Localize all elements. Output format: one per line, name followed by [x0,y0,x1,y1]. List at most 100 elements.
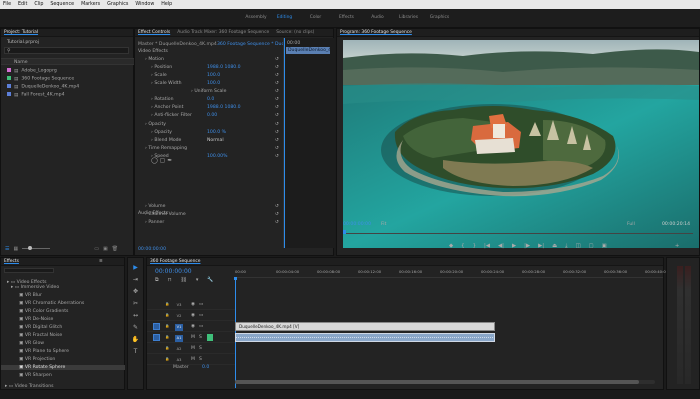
ec-param-row[interactable]: › Scale [151,73,167,78]
list-view-icon[interactable]: ☰ [5,246,9,252]
workspace-tab-graphics[interactable]: Graphics [424,15,455,20]
type-tool-icon[interactable]: T [134,348,138,355]
ec-tab-2[interactable]: Source: (no clips) [276,30,314,35]
nest-icon[interactable]: ⧉ [155,277,159,283]
panel-menu-icon[interactable]: ≡ [99,259,103,264]
track-header[interactable]: 🔒 A2 M S [147,344,235,354]
effects-item[interactable]: ▣ VR Digital Glitch [1,325,125,330]
timeline-zoom-scrollbar[interactable] [235,380,655,384]
reset-parameter-icon[interactable]: ↺ [275,81,279,86]
track-select-icon[interactable]: ⇥ [133,276,138,283]
ec-param-row[interactable]: › Volume [145,204,165,209]
project-item[interactable]: ▤ Fall Forest_4K.mp4 [7,92,65,98]
project-item[interactable]: ▤ DuquelleDenkoo_4K.mp4 [7,84,79,90]
reset-parameter-icon[interactable]: ↺ [275,212,279,217]
go-to-in-icon[interactable]: |◀ [484,243,490,250]
reset-parameter-icon[interactable]: ↺ [275,220,279,225]
reset-parameter-icon[interactable]: ↺ [275,154,279,159]
master-track-value[interactable]: 0.0 [202,365,209,370]
pen-tool-icon[interactable]: ✎ [133,324,138,331]
effects-item[interactable]: ▣ VR Fractal Noise [1,333,125,338]
track-label[interactable]: V1 [175,324,183,331]
project-item[interactable]: ▤ 360 Footage Sequence [7,76,74,82]
lift-icon[interactable]: ⏏ [552,243,557,250]
ec-tab-1[interactable]: Audio Track Mixer: 360 Footage Sequence [177,30,269,35]
reset-parameter-icon[interactable]: ↺ [275,57,279,62]
timeline-ruler[interactable]: 00:00 00:00:04:00 00:00:08:00 00:00:12:00 00… [235,268,668,278]
ec-param-row[interactable]: › Anti-flicker Filter [151,113,192,118]
track-label[interactable]: V2 [175,313,183,320]
reset-parameter-icon[interactable]: ↺ [275,65,279,70]
ec-param-row[interactable]: › Anchor Point [151,105,183,110]
workspace-tab-editing[interactable]: Editing [269,15,300,20]
ec-param-row[interactable]: › Rotation [151,97,174,102]
linked-selection-icon[interactable]: ⛓ [180,277,186,283]
mute-icon[interactable]: M [191,357,195,362]
solo-icon[interactable]: S [199,357,202,362]
workspace-tab-effects[interactable]: Effects [331,15,362,20]
menu-markers[interactable]: Markers [81,2,100,7]
lock-icon[interactable]: 🔒 [165,357,169,361]
lock-icon[interactable]: 🔒 [165,335,169,339]
ec-param-value[interactable]: 1988.0 1080.0 [207,65,241,70]
reset-parameter-icon[interactable]: ↺ [275,89,279,94]
ec-param-row[interactable]: › Opacity [151,130,172,135]
source-patch[interactable] [153,323,160,330]
video-clip[interactable]: DuquelleDenkoo_4K.mp4 [V] [235,322,495,331]
track-header[interactable]: 🔒 V3 ◉ ▭ [147,300,235,310]
reset-parameter-icon[interactable]: ↺ [275,105,279,110]
ripple-edit-icon[interactable]: ✥ [133,288,138,295]
effects-item[interactable]: ▣ VR Plane to Sphere [1,349,125,354]
effects-item[interactable]: ▣ VR Chromatic Aberrations [1,301,125,306]
mask-shape-tools[interactable]: ◯ ▢ ✒ [151,157,172,164]
project-search-input[interactable]: ⚲ [4,47,129,54]
play-icon[interactable]: ▶ [512,243,516,250]
program-scrub-bar[interactable] [343,230,693,234]
workspace-tab-audio[interactable]: Audio [362,15,393,20]
ec-param-row[interactable]: › Panner [145,220,164,225]
trash-icon[interactable]: 🗑 [112,246,118,252]
slip-tool-icon[interactable]: ↔ [133,312,138,319]
ec-playhead[interactable] [284,38,285,248]
reset-parameter-icon[interactable]: ↺ [275,122,279,127]
program-monitor-title[interactable]: Program: 360 Footage Sequence [340,30,412,35]
zoom-slider[interactable] [22,246,51,250]
voiceover-record-icon[interactable] [207,334,213,341]
effects-folder[interactable]: ▸ ▭ Video Transitions [5,384,54,389]
vr-video-icon[interactable]: ▢ [589,243,594,250]
effects-item[interactable]: ▣ VR Blur [1,293,125,298]
project-panel-title[interactable]: Project: Tutorial [4,30,38,35]
master-clip-label[interactable]: Master * DuquelleDenkoo_4K.mp4 [138,42,217,47]
sequence-clip-label[interactable]: 360 Footage Sequence * Duque [217,42,290,47]
ec-param-row[interactable]: › Time Remapping [145,146,187,151]
menu-help[interactable]: Help [161,2,172,7]
solo-icon[interactable]: S [199,335,202,340]
effects-folder[interactable]: ▸ ▭ Immersive Video [11,285,59,290]
playhead-handle[interactable] [234,277,237,280]
workspace-tab-color[interactable]: Color [300,15,331,20]
effects-item[interactable]: ▣ VR Rotate Sphere [1,365,125,370]
selection-tool-icon[interactable]: ▶ [133,264,138,271]
track-label[interactable]: A2 [175,346,183,353]
track-label[interactable]: V3 [175,302,183,309]
toggle-output-icon[interactable]: ◉ [191,302,195,307]
export-frame-icon[interactable]: ◫ [576,243,581,250]
ec-param-value[interactable]: 100.00% [207,154,227,159]
mark-out-icon[interactable]: } [473,243,476,250]
ec-footer-timecode[interactable]: 00:00:00:00 [138,247,166,252]
add-marker-icon[interactable]: ◆ [449,243,453,250]
step-back-icon[interactable]: ◀| [498,243,504,250]
razor-tool-icon[interactable]: ✂ [133,300,138,307]
ec-param-row[interactable]: › Scale Width [151,81,181,86]
mark-in-icon[interactable]: { [461,243,464,250]
go-to-out-icon[interactable]: ▶| [538,243,544,250]
program-video-frame[interactable] [343,40,699,248]
sync-lock-icon[interactable]: ▭ [199,302,203,307]
step-forward-icon[interactable]: |▶ [524,243,530,250]
ec-param-row[interactable]: › Motion [145,57,164,62]
reset-parameter-icon[interactable]: ↺ [275,138,279,143]
mute-icon[interactable]: M [191,335,195,340]
menu-clip[interactable]: Clip [34,2,43,7]
ec-param-row[interactable]: › Position [151,65,172,70]
sync-lock-icon[interactable]: ▭ [199,313,203,318]
